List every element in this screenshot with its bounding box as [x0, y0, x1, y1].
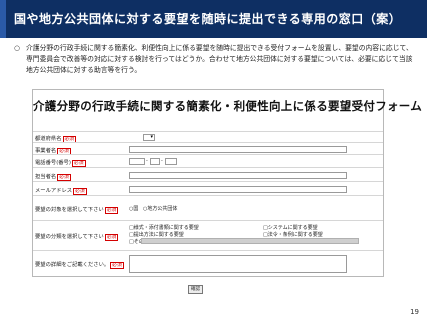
- intro-text: 介護分野の行政手続に関する簡素化、利便性向上に係る要望を随時に提出できる受付フォ…: [26, 44, 413, 74]
- office-input[interactable]: [129, 146, 347, 153]
- category-checkbox-submission[interactable]: □提出方法に関する要望: [129, 231, 184, 238]
- email-input[interactable]: [129, 186, 347, 193]
- category-checkbox-forms[interactable]: □様式・添付書類に関する要望: [129, 224, 199, 231]
- details-label: 要望の詳細をご記載ください。: [35, 262, 110, 268]
- form-row-phone: 電話番号(番号) 必須 - -: [33, 154, 383, 167]
- target-radio-national[interactable]: ○国: [129, 205, 138, 212]
- phone-label: 電話番号(番号): [35, 160, 71, 166]
- form-row-office: 事業者名 必須: [33, 142, 383, 155]
- phone-separator: -: [161, 158, 163, 164]
- required-badge: 必須: [104, 234, 119, 241]
- phone-input-2[interactable]: [150, 158, 160, 165]
- page-title: 国や地方公共団体に対する要望を随時に提出できる専用の窓口（案）: [14, 12, 402, 26]
- form-row-email: メールアドレス 必須: [33, 181, 383, 195]
- form-row-prefecture: 都道府県名 必須 ▾: [33, 131, 383, 143]
- title-bar: 国や地方公共団体に対する要望を随時に提出できる専用の窓口（案）: [0, 0, 427, 38]
- phone-input-1[interactable]: [129, 158, 145, 165]
- bullet-icon: ○: [14, 44, 20, 52]
- required-badge: 必須: [71, 160, 86, 167]
- required-badge: 必須: [104, 207, 119, 214]
- target-radio-local[interactable]: ○地方公共団体: [143, 205, 177, 212]
- category-checkbox-law[interactable]: □法令・条例に関する要望: [263, 231, 323, 238]
- required-badge: 必須: [73, 188, 87, 195]
- form-row-person: 担当者名 必須: [33, 167, 383, 181]
- person-label: 担当者名: [35, 174, 57, 180]
- form-row-target: 要望の対象を選択して下さい 必須 ○国 ○地方公共団体: [33, 195, 383, 220]
- category-label: 要望の分類を選択して下さい: [35, 234, 104, 240]
- intro-paragraph: ○ 介護分野の行政手続に関する簡素化、利便性向上に係る要望を随時に提出できる受付…: [14, 43, 416, 76]
- form-title: 介護分野の行政手続に関する簡素化・利便性向上に係る要望受付フォーム: [33, 99, 423, 113]
- confirm-button[interactable]: 確認: [188, 285, 203, 294]
- person-input[interactable]: [129, 172, 347, 179]
- phone-input-3[interactable]: [165, 158, 177, 165]
- form-row-category: 要望の分類を選択して下さい 必須 □様式・添付書類に関する要望 □システムに関する…: [33, 220, 383, 250]
- category-checkbox-system[interactable]: □システムに関する要望: [263, 224, 318, 231]
- target-label: 要望の対象を選択して下さい: [35, 207, 104, 213]
- title-accent-bar: [0, 0, 6, 38]
- request-form: 介護分野の行政手続に関する簡素化・利便性向上に係る要望受付フォーム 都道府県名必…: [32, 89, 423, 277]
- phone-separator: -: [146, 158, 148, 164]
- email-label: メールアドレス: [35, 188, 73, 194]
- page-number: 19: [410, 308, 419, 316]
- chevron-down-icon: ▾: [150, 134, 153, 140]
- prefecture-select[interactable]: ▾: [143, 134, 155, 141]
- details-textarea[interactable]: [129, 255, 347, 273]
- category-other-input[interactable]: [141, 238, 359, 244]
- required-badge: 必須: [57, 174, 71, 181]
- form-row-details: 要望の詳細をご記載ください。 必須: [33, 250, 383, 276]
- required-badge: 必須: [110, 262, 124, 269]
